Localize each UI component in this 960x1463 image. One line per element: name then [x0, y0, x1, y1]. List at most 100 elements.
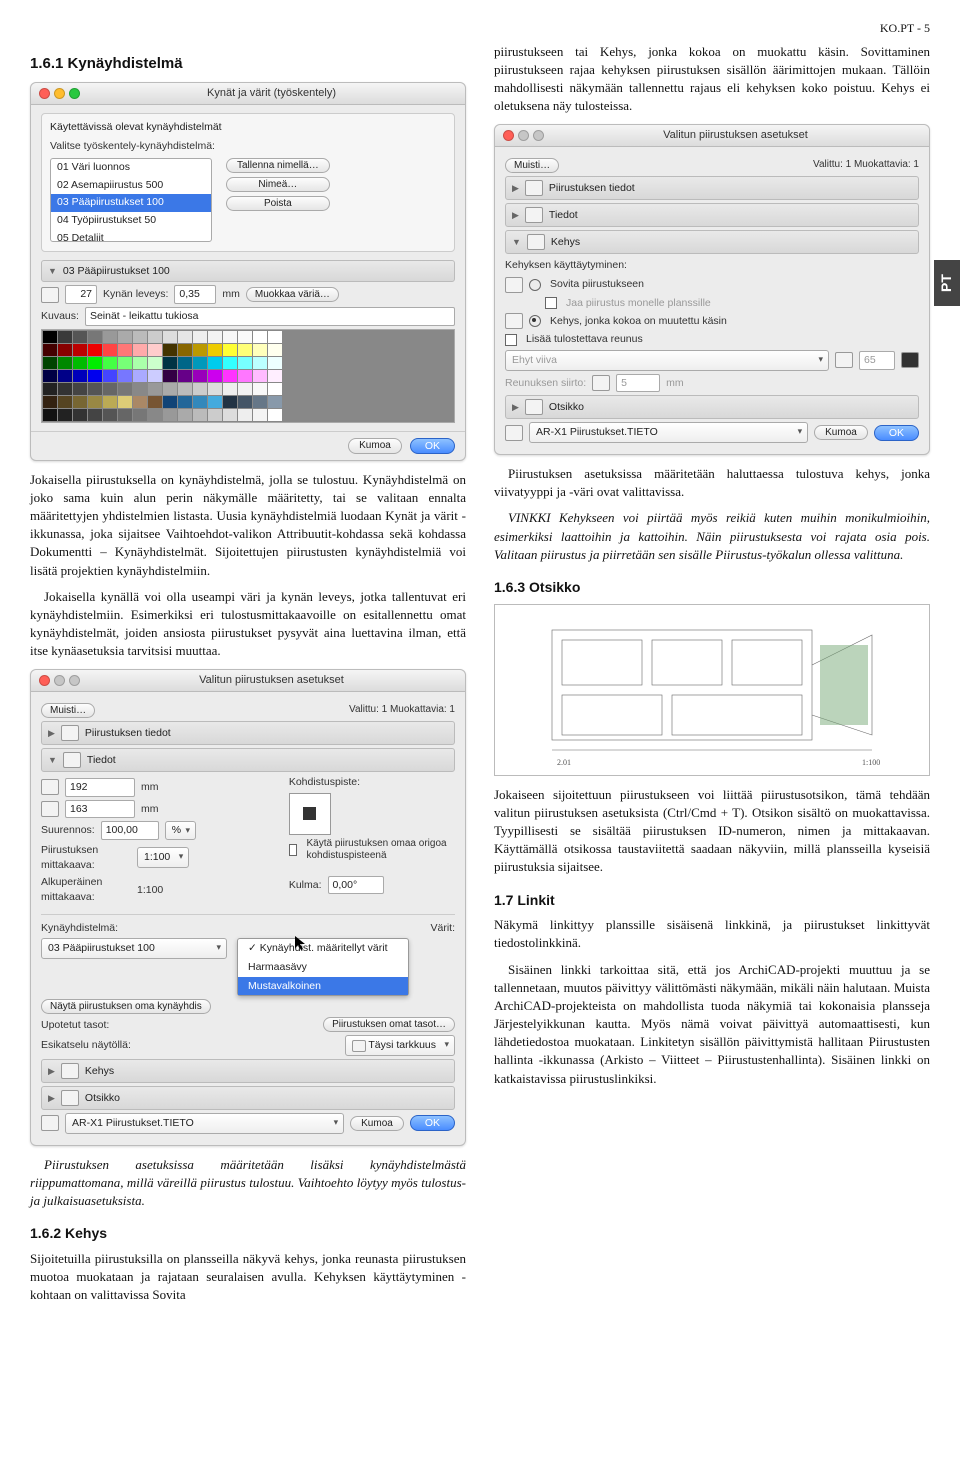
pen-width-input[interactable]: 0,35 — [174, 285, 216, 304]
color-swatch[interactable] — [223, 331, 237, 343]
color-swatch[interactable] — [208, 357, 222, 369]
scale-select[interactable]: 1:100 — [137, 847, 189, 868]
zoom-input[interactable]: 100,00 — [101, 821, 159, 840]
color-swatch[interactable] — [208, 331, 222, 343]
color-swatch[interactable] — [193, 396, 207, 408]
ok-button[interactable]: OK — [874, 425, 919, 441]
cancel-button[interactable]: Kumoa — [814, 425, 868, 440]
list-item[interactable]: 02 Asemapiirustus 500 — [51, 176, 211, 194]
color-swatch[interactable] — [58, 383, 72, 395]
color-swatch[interactable] — [88, 396, 102, 408]
color-swatch[interactable] — [223, 357, 237, 369]
radio-fit[interactable] — [529, 279, 541, 291]
color-swatch[interactable] — [208, 409, 222, 421]
color-swatch[interactable] — [118, 344, 132, 356]
window-controls[interactable] — [39, 88, 80, 99]
edit-color-button[interactable]: Muokkaa väriä… — [246, 287, 339, 302]
color-swatch[interactable] — [133, 370, 147, 382]
color-swatch[interactable] — [148, 396, 162, 408]
color-swatch[interactable] — [58, 396, 72, 408]
color-swatch[interactable] — [118, 370, 132, 382]
color-swatch[interactable] — [238, 396, 252, 408]
color-swatch[interactable] — [88, 383, 102, 395]
radio-manual[interactable] — [529, 315, 541, 327]
selected-set-header[interactable]: ▼ 03 Pääpiirustukset 100 — [41, 260, 455, 283]
color-swatch[interactable] — [43, 383, 57, 395]
penset-listbox[interactable]: 01 Väri luonnos 02 Asemapiirustus 500 03… — [50, 158, 212, 242]
color-swatch[interactable] — [133, 383, 147, 395]
penset-select[interactable]: 03 Pääpiirustukset 100 — [41, 938, 227, 959]
color-swatch[interactable] — [178, 357, 192, 369]
disclosure-row[interactable]: ▶Tiedot — [505, 203, 919, 227]
menu-item[interactable]: Mustavalkoinen — [238, 977, 408, 996]
color-swatch[interactable] — [58, 331, 72, 343]
color-swatch[interactable] — [268, 409, 282, 421]
list-item[interactable]: 04 Työpiirustukset 50 — [51, 212, 211, 230]
color-swatch[interactable] — [88, 409, 102, 421]
color-swatch[interactable] — [148, 370, 162, 382]
color-swatch[interactable] — [148, 357, 162, 369]
color-swatch[interactable] — [238, 409, 252, 421]
color-swatch[interactable] — [178, 383, 192, 395]
color-swatch[interactable] — [88, 370, 102, 382]
color-swatch[interactable] — [103, 331, 117, 343]
color-swatch[interactable] — [223, 409, 237, 421]
color-swatch[interactable] — [253, 331, 267, 343]
window-controls[interactable] — [39, 675, 80, 686]
color-swatch[interactable] — [253, 370, 267, 382]
color-swatch[interactable] — [223, 383, 237, 395]
color-swatch[interactable] — [73, 344, 87, 356]
color-swatch[interactable] — [58, 344, 72, 356]
disclosure-row[interactable]: ▼Tiedot — [41, 748, 455, 772]
id-source-select[interactable]: AR-X1 Piirustukset.TIETO — [65, 1113, 344, 1134]
color-swatch[interactable] — [178, 370, 192, 382]
color-swatch[interactable] — [163, 383, 177, 395]
color-swatch[interactable] — [43, 331, 57, 343]
color-swatch[interactable] — [268, 331, 282, 343]
color-swatch[interactable] — [253, 383, 267, 395]
list-item[interactable]: 03 Pääpiirustukset 100 — [51, 194, 211, 212]
color-swatch[interactable] — [193, 409, 207, 421]
color-swatch[interactable] — [163, 409, 177, 421]
color-swatch[interactable] — [103, 409, 117, 421]
color-swatch[interactable] — [43, 409, 57, 421]
color-swatch[interactable] — [73, 370, 87, 382]
id-source-select[interactable]: AR-X1 Piirustukset.TIETO — [529, 422, 808, 443]
disclosure-row[interactable]: ▶Kehys — [41, 1059, 455, 1083]
pen-number[interactable]: 27 — [65, 285, 97, 304]
line-pen-input[interactable]: 65 — [859, 351, 895, 370]
color-swatch[interactable] — [43, 396, 57, 408]
colors-popup-menu[interactable]: Kynäyhdist. määritellyt värit Harmaasävy… — [237, 938, 409, 996]
angle-input[interactable]: 0,00° — [328, 876, 384, 895]
color-swatch[interactable] — [88, 344, 102, 356]
color-swatch[interactable] — [73, 409, 87, 421]
anchor-grid[interactable] — [289, 793, 331, 835]
color-swatch[interactable] — [148, 344, 162, 356]
color-swatch[interactable] — [133, 409, 147, 421]
own-layers-button[interactable]: Piirustuksen omat tasot… — [323, 1017, 455, 1032]
color-swatch[interactable] — [193, 357, 207, 369]
color-swatch[interactable] — [253, 344, 267, 356]
memory-button[interactable]: Muisti… — [41, 703, 95, 718]
menu-item[interactable]: Kynäyhdist. määritellyt värit — [238, 939, 408, 958]
color-swatch[interactable] — [163, 396, 177, 408]
color-swatch[interactable] — [103, 396, 117, 408]
color-swatch[interactable] — [148, 383, 162, 395]
color-swatch[interactable] — [268, 370, 282, 382]
linetype-select[interactable]: Ehyt viiva — [505, 350, 829, 371]
menu-item[interactable]: Harmaasävy — [238, 958, 408, 977]
color-swatch[interactable] — [133, 396, 147, 408]
color-swatch[interactable] — [88, 331, 102, 343]
disclosure-row[interactable]: ▶Otsikko — [505, 395, 919, 419]
color-swatch[interactable] — [58, 409, 72, 421]
color-swatch[interactable] — [148, 331, 162, 343]
color-swatch[interactable] — [118, 383, 132, 395]
color-swatch[interactable] — [268, 396, 282, 408]
color-swatch[interactable] — [178, 396, 192, 408]
color-swatch[interactable] — [178, 331, 192, 343]
color-swatch[interactable] — [58, 370, 72, 382]
disclosure-row[interactable]: ▶Piirustuksen tiedot — [505, 176, 919, 200]
color-swatch[interactable] — [193, 383, 207, 395]
color-swatch[interactable] — [58, 357, 72, 369]
color-swatch[interactable] — [118, 409, 132, 421]
